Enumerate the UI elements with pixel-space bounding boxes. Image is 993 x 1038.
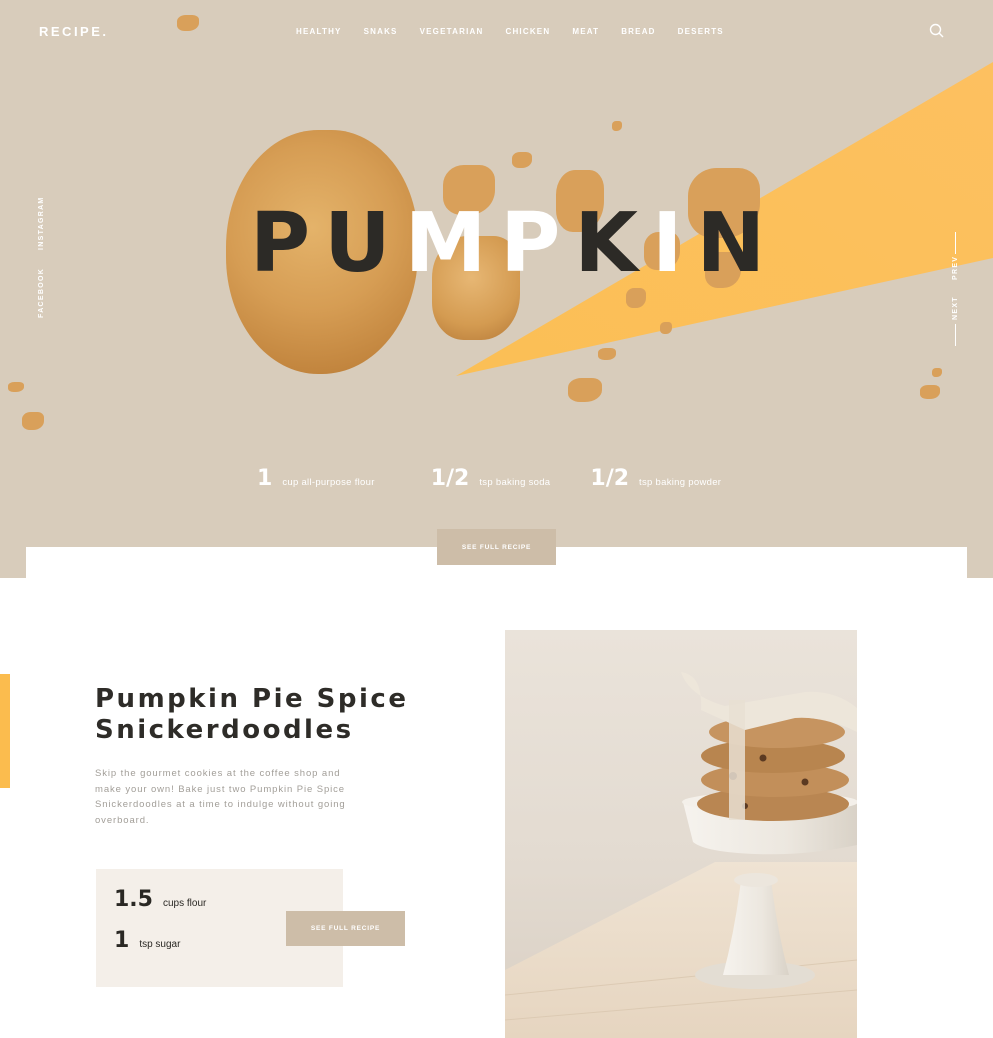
pager-divider <box>955 324 956 346</box>
cookie-crumb <box>568 378 602 402</box>
nav-item-chicken[interactable]: CHICKEN <box>505 27 550 36</box>
hero-title: PUMPKIN <box>250 196 779 291</box>
ingredient-item: 1.5 cups flour <box>114 887 206 912</box>
nav-item-meat[interactable]: MEAT <box>572 27 599 36</box>
nav-item-deserts[interactable]: DESERTS <box>678 27 724 36</box>
nav-item-snaks[interactable]: SNAKS <box>364 27 398 36</box>
cookie-crumb <box>920 385 940 399</box>
cookie-crumb <box>22 412 44 430</box>
hero-title-part: N <box>696 196 780 291</box>
accent-bar <box>0 674 10 788</box>
nav-item-healthy[interactable]: HEALTHY <box>296 27 342 36</box>
hero-ingredients: 1 cup all-purpose flour 1/2 tsp baking s… <box>257 466 721 491</box>
instagram-link[interactable]: INSTAGRAM <box>38 196 45 250</box>
cookie-crumb <box>598 348 616 360</box>
site-logo[interactable]: RECIPE. <box>39 24 109 39</box>
ingredient-desc: tsp baking soda <box>479 477 551 488</box>
pager-divider <box>955 232 956 254</box>
ingredient-desc: tsp baking powder <box>639 477 722 488</box>
cookie-crumb <box>660 322 672 334</box>
hero-title-part: K <box>574 196 652 291</box>
cookie-crumb <box>626 288 646 308</box>
recipe-title-line: Pumpkin Pie Spice <box>95 684 409 714</box>
recipe-title: Pumpkin Pie Spice Snickerdoodles <box>95 684 455 746</box>
hero-section: RECIPE. HEALTHY SNAKS VEGETARIAN CHICKEN… <box>0 0 993 578</box>
ingredient-desc: cup all-purpose flour <box>282 477 375 488</box>
cookie-stand-photo <box>505 630 857 1038</box>
recipe-title-line: Snickerdoodles <box>95 715 354 745</box>
cookie-crumb <box>177 15 199 31</box>
main-nav: HEALTHY SNAKS VEGETARIAN CHICKEN MEAT BR… <box>296 27 746 36</box>
ingredient-item: 1 cup all-purpose flour <box>257 466 375 491</box>
recipe-description: Skip the gourmet cookies at the coffee s… <box>95 768 346 826</box>
see-full-recipe-button[interactable]: SEE FULL RECIPE <box>437 529 556 565</box>
ingredient-amount: 1/2 <box>430 466 470 491</box>
nav-item-vegetarian[interactable]: VEGETARIAN <box>420 27 484 36</box>
ingredient-amount: 1 <box>257 466 273 491</box>
ingredient-amount: 1/2 <box>590 466 630 491</box>
slider-pager: PREV NEXT <box>946 230 966 350</box>
prev-link[interactable]: PREV <box>952 256 959 280</box>
nav-item-bread[interactable]: BREAD <box>621 27 655 36</box>
search-icon[interactable] <box>928 22 946 40</box>
cookie-crumb <box>8 382 24 392</box>
ingredient-item: 1/2 tsp baking soda <box>431 466 551 491</box>
ingredient-amount: 1 <box>114 928 130 953</box>
ingredient-desc: cups flour <box>162 898 207 909</box>
see-full-recipe-button[interactable]: SEE FULL RECIPE <box>286 911 405 946</box>
facebook-link[interactable]: FACEBOOK <box>38 268 45 318</box>
ingredient-item: 1/2 tsp baking powder <box>590 466 721 491</box>
next-link[interactable]: NEXT <box>952 296 959 320</box>
ingredient-item: 1 tsp sugar <box>114 928 180 953</box>
social-links: INSTAGRAM FACEBOOK <box>32 190 52 320</box>
cookie-crumb <box>932 368 942 377</box>
hero-title-part: I <box>651 196 697 291</box>
ingredient-amount: 1.5 <box>114 887 153 912</box>
hero-title-part: MP <box>404 196 575 291</box>
hero-title-part: PU <box>250 196 405 291</box>
cookie-crumb <box>612 121 622 131</box>
cookie-crumb <box>512 152 532 168</box>
ingredient-desc: tsp sugar <box>139 939 181 950</box>
